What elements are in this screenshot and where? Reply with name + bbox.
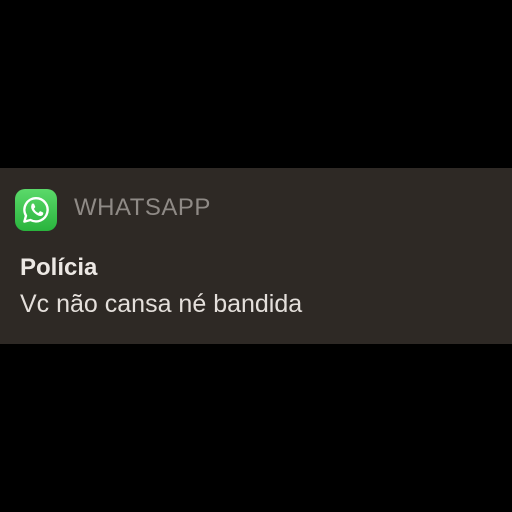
whatsapp-logo-glyph <box>23 196 49 223</box>
notification-title: Polícia <box>20 254 98 281</box>
app-name: WHATSAPP <box>74 194 211 221</box>
screen: WHATSAPP Polícia Vc não cansa né bandida <box>0 0 512 512</box>
notification-body: Vc não cansa né bandida <box>20 290 303 318</box>
whatsapp-icon <box>15 189 57 231</box>
